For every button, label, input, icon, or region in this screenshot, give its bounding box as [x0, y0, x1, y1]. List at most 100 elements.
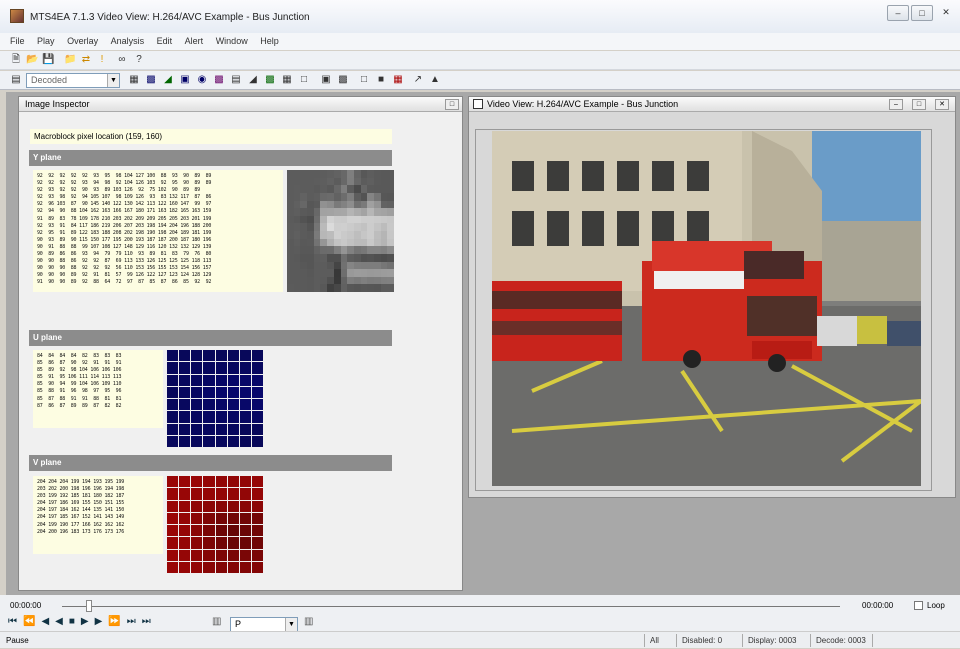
graph-icon[interactable]: ◢ — [247, 74, 259, 86]
rewind-icon[interactable]: ◀ — [41, 616, 55, 627]
value-row: 85 90 94 99 104 106 109 110 — [37, 381, 122, 388]
alert-icon[interactable]: ! — [96, 54, 108, 66]
u-tile — [203, 362, 215, 374]
y-tile — [360, 261, 368, 270]
u-tile — [239, 399, 251, 411]
stop-icon[interactable]: ■ — [375, 74, 387, 86]
menu-window[interactable]: Window — [216, 33, 248, 50]
target-icon[interactable]: ◉ — [196, 74, 208, 86]
end-icon[interactable]: ⏭ — [142, 616, 157, 627]
y-tile — [387, 246, 394, 254]
window-icon[interactable]: □ — [358, 74, 370, 86]
macroblock-icon[interactable]: ▩ — [145, 74, 157, 86]
y-tile — [367, 223, 374, 231]
value-row: 91 90 90 89 92 88 64 72 97 87 85 87 86 8… — [37, 279, 212, 286]
y-tile — [307, 223, 314, 231]
folder-icon[interactable]: 📁 — [64, 54, 76, 66]
settings-icon[interactable]: ▲ — [429, 74, 441, 86]
y-tile — [287, 261, 294, 270]
timeline-track[interactable] — [62, 606, 840, 607]
chart-icon[interactable]: ◢ — [162, 74, 174, 86]
prev-frame-icon[interactable]: ◀ — [55, 616, 69, 627]
frame-filter-icon[interactable]: ▥ — [212, 616, 221, 627]
v-tile — [167, 500, 179, 512]
step-back-icon[interactable]: ⏮ — [8, 616, 23, 627]
video-minimize-button[interactable]: – — [889, 99, 903, 110]
grid-view-icon[interactable]: ▦ — [128, 74, 140, 86]
u-tile — [215, 362, 227, 374]
y-tile — [313, 261, 321, 270]
close-button[interactable]: ✕ — [935, 5, 957, 21]
split-icon[interactable]: ▣ — [179, 74, 191, 86]
timeline-slider-handle[interactable] — [86, 600, 92, 612]
forward-icon[interactable]: ⏩ — [108, 616, 126, 627]
u-tile — [179, 411, 191, 423]
u-tile — [251, 350, 263, 362]
u-tile — [191, 435, 203, 447]
filter-icon[interactable]: ▥ — [304, 616, 313, 627]
maximize-button[interactable]: □ — [911, 5, 933, 21]
next-frame-icon[interactable]: ▶ — [81, 616, 95, 627]
app-title: MTS4EA 7.1.3 — [30, 12, 95, 23]
zoom-icon[interactable]: ▣ — [320, 74, 332, 86]
menu-edit[interactable]: Edit — [157, 33, 173, 50]
y-tile — [347, 231, 354, 239]
compare-icon[interactable]: ⇄ — [80, 54, 92, 66]
menu-analysis[interactable]: Analysis — [111, 33, 145, 50]
menu-overlay[interactable]: Overlay — [67, 33, 98, 50]
minimize-button[interactable]: – — [887, 5, 909, 21]
mosaic-icon[interactable]: ▩ — [213, 74, 225, 86]
video-maximize-button[interactable]: □ — [912, 99, 926, 110]
menu-help[interactable]: Help — [260, 33, 279, 50]
y-tile — [387, 284, 394, 292]
loop-checkbox[interactable] — [914, 601, 923, 610]
v-plane-values: 204 204 204 199 194 193 195 199 203 202 2… — [33, 476, 163, 554]
u-tile — [239, 411, 251, 423]
palette-icon[interactable]: ▦ — [392, 74, 404, 86]
histogram-icon[interactable]: ▩ — [337, 74, 349, 86]
y-tile — [340, 192, 348, 201]
menu-play[interactable]: Play — [37, 33, 55, 50]
help-icon[interactable]: ? — [133, 54, 145, 66]
y-tile — [373, 223, 381, 231]
y-tile — [347, 177, 354, 186]
v-tile — [215, 512, 227, 524]
comment-icon[interactable]: □ — [298, 74, 310, 86]
restore-button[interactable]: □ — [445, 99, 459, 110]
step-forward-icon[interactable]: ⏭ — [127, 616, 142, 627]
decode-mode-select[interactable]: Decoded ▼ — [26, 73, 120, 88]
y-tile — [313, 177, 321, 186]
value-row: 85 87 88 91 91 88 81 81 — [37, 395, 122, 402]
document-title: Video View: H.264/AVC Example - Bus Junc… — [97, 12, 310, 23]
link-icon[interactable]: ∞ — [116, 54, 128, 66]
new-icon[interactable]: 🗎 — [10, 54, 22, 66]
y-tile — [320, 276, 328, 285]
value-row: 204 197 185 167 152 141 143 149 — [37, 514, 125, 521]
u-tile — [239, 374, 251, 386]
y-tile — [367, 185, 374, 193]
bar-chart-icon[interactable]: ▩ — [264, 74, 276, 86]
frame-icon[interactable]: ▤ — [10, 74, 22, 86]
v-tile — [239, 525, 251, 537]
rewind-fast-icon[interactable]: ⏪ — [23, 616, 41, 627]
save-icon[interactable]: 💾 — [42, 54, 54, 66]
u-tile — [239, 423, 251, 435]
v-tile — [227, 549, 239, 561]
video-close-button[interactable]: ✕ — [935, 99, 949, 110]
menu-alert[interactable]: Alert — [185, 33, 204, 50]
y-tile — [307, 185, 314, 193]
y-tile — [380, 200, 388, 209]
y-tile — [340, 246, 348, 254]
layers-icon[interactable]: ▤ — [230, 74, 242, 86]
stop-icon[interactable]: ■ — [69, 616, 81, 627]
y-tile — [387, 238, 394, 247]
video-image[interactable] — [492, 131, 921, 486]
open-icon[interactable]: 📂 — [26, 54, 38, 66]
v-tile — [239, 512, 251, 524]
table-icon[interactable]: ▦ — [281, 74, 293, 86]
frame-type-select[interactable]: P ▼ — [230, 617, 298, 632]
export-icon[interactable]: ↗ — [412, 74, 424, 86]
y-tile — [347, 208, 354, 216]
menu-file[interactable]: File — [10, 33, 25, 50]
play-icon[interactable]: ▶ — [95, 616, 109, 627]
